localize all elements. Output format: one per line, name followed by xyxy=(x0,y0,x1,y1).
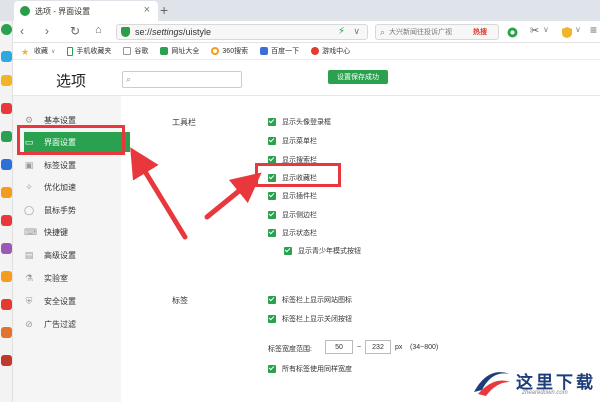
annotation-arrows xyxy=(130,147,262,240)
watermark-sub: zhearedown.com xyxy=(522,390,568,396)
arrow-to-option xyxy=(204,172,262,220)
watermark-logo xyxy=(474,372,510,396)
arrow-to-nav xyxy=(130,147,188,240)
